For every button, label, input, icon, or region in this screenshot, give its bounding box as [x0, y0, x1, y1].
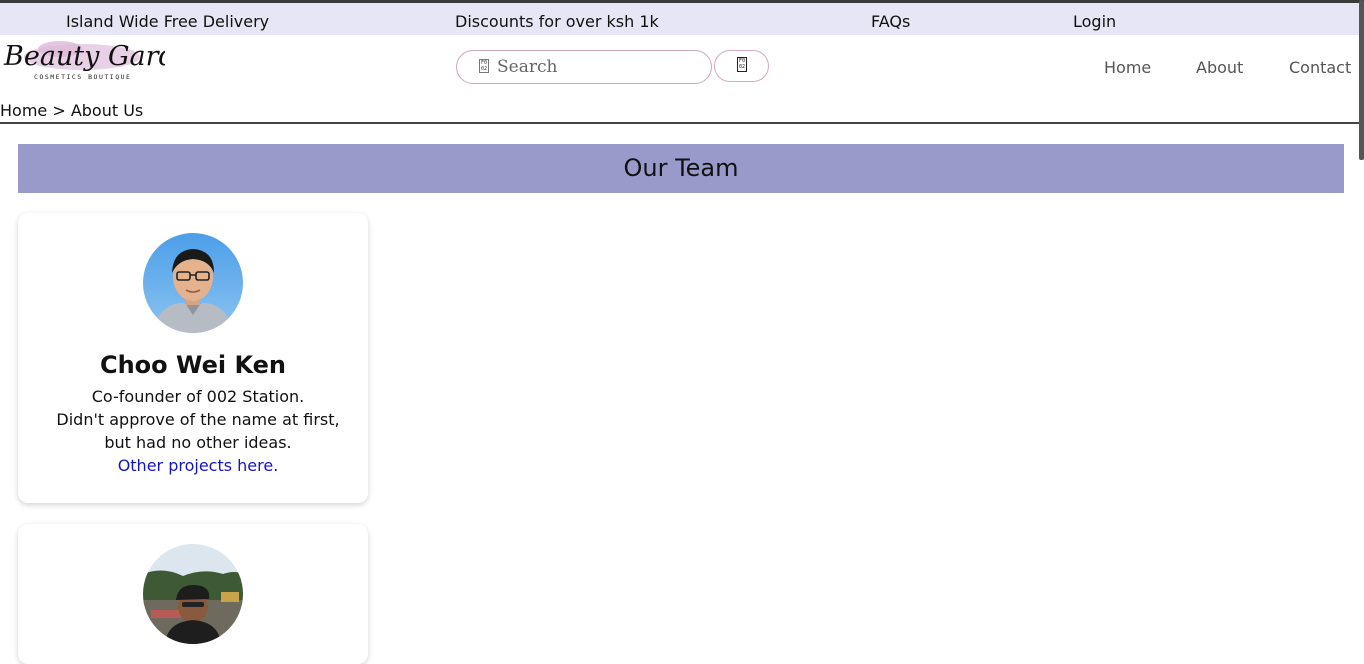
breadcrumb[interactable]: Home > About Us: [0, 101, 143, 120]
description-line: but had no other ideas.: [104, 433, 292, 452]
discounts-text: Discounts for over ksh 1k: [455, 12, 659, 31]
description-line: Didn't approve of the name at first,: [56, 410, 340, 429]
scrollbar[interactable]: [1359, 0, 1364, 160]
search-button[interactable]: F0 02: [714, 50, 769, 82]
search-input[interactable]: [497, 56, 697, 78]
nav-contact[interactable]: Contact: [1289, 58, 1351, 77]
site-header: Beauty Garden COSMETICS BOUTIQUE F002 F0…: [0, 35, 1364, 99]
logo[interactable]: Beauty Garden COSMETICS BOUTIQUE: [0, 35, 165, 85]
team-card: [18, 524, 368, 664]
member-description: Co-founder of 002 Station. Didn't approv…: [28, 385, 368, 477]
search-icon: F0 02: [479, 59, 489, 73]
search-box: F0 02: [456, 50, 712, 84]
nav-about[interactable]: About: [1196, 58, 1243, 77]
svg-text:Beauty Garden: Beauty Garden: [3, 41, 165, 72]
other-projects-link[interactable]: Other projects here.: [118, 456, 279, 475]
header-divider: [0, 122, 1364, 124]
description-line: Co-founder of 002 Station.: [91, 387, 305, 406]
avatar: [143, 233, 243, 333]
login-link[interactable]: Login: [1073, 12, 1116, 31]
team-card: Choo Wei Ken Co-founder of 002 Station. …: [18, 213, 368, 503]
search-icon: F0 02: [737, 57, 747, 72]
page-title: Our Team: [18, 144, 1344, 193]
faqs-link[interactable]: FAQs: [871, 12, 910, 31]
nav-home[interactable]: Home: [1104, 58, 1151, 77]
member-name: Choo Wei Ken: [99, 351, 287, 379]
delivery-text: Island Wide Free Delivery: [66, 12, 270, 31]
avatar: [143, 544, 243, 644]
svg-text:COSMETICS BOUTIQUE: COSMETICS BOUTIQUE: [34, 73, 131, 81]
promo-bar: Island Wide Free Delivery Discounts for …: [0, 3, 1364, 35]
